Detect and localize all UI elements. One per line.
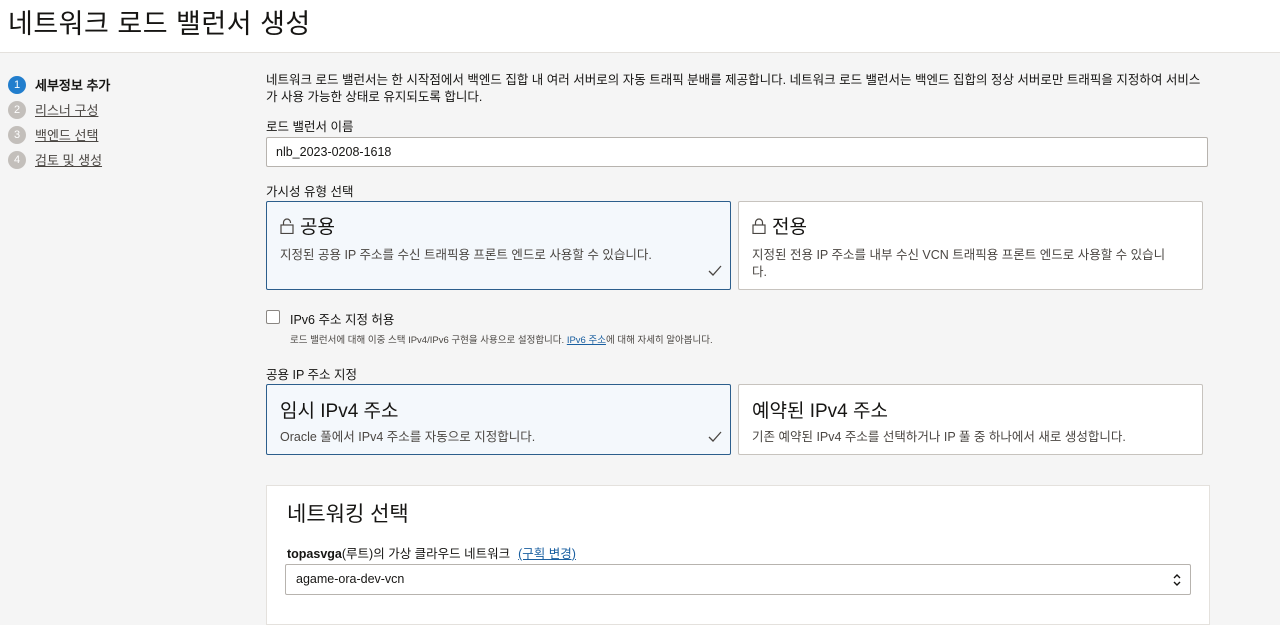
- compartment-suffix: (루트)의 가상 클라우드 네트워크: [341, 547, 511, 561]
- ipv6-help-prefix: 로드 밸런서에 대해 이중 스택 IPv4/IPv6 구현을 사용으로 설정합니…: [290, 335, 567, 346]
- page-header: 네트워크 로드 밸런서 생성: [0, 0, 1280, 53]
- step-number: 1: [8, 75, 26, 94]
- vcn-select-value: agame-ora-dev-vcn: [296, 572, 405, 586]
- lock-open-icon: [280, 218, 294, 234]
- select-arrows-icon: [1173, 574, 1181, 586]
- ipv6-label: IPv6 주소 지정 허용: [290, 313, 395, 327]
- ipv6-learn-more-link[interactable]: IPv6 주소: [567, 335, 606, 346]
- step-choose-backends[interactable]: 3 백엔드 선택: [8, 122, 248, 147]
- compartment-name: topasvga: [287, 547, 342, 561]
- option-title: 공용: [280, 212, 335, 239]
- visibility-option-public[interactable]: 공용 지정된 공용 IP 주소를 수신 트래픽용 프론트 엔드로 사용할 수 있…: [266, 201, 731, 290]
- ip-option-reserved[interactable]: 예약된 IPv4 주소 기존 예약된 IPv4 주소를 선택하거나 IP 풀 중…: [738, 384, 1203, 455]
- vcn-select[interactable]: agame-ora-dev-vcn: [285, 564, 1191, 595]
- visibility-label: 가시성 유형 선택: [266, 185, 354, 199]
- step-configure-listener[interactable]: 2 리스너 구성: [8, 97, 248, 122]
- page-title: 네트워크 로드 밸런서 생성: [8, 9, 311, 39]
- checkmark-icon: [708, 265, 722, 276]
- ip-option-ephemeral[interactable]: 임시 IPv4 주소 Oracle 풀에서 IPv4 주소를 자동으로 지정합니…: [266, 384, 731, 455]
- public-ip-label: 공용 IP 주소 지정: [266, 368, 358, 382]
- option-description: Oracle 풀에서 IPv4 주소를 자동으로 지정합니다.: [280, 430, 536, 444]
- step-label: 세부정보 추가: [35, 78, 111, 93]
- option-title-text: 공용: [300, 217, 335, 238]
- vcn-label: topasvga(루트)의 가상 클라우드 네트워크 (구획 변경): [287, 543, 576, 562]
- step-label: 백엔드 선택: [35, 128, 99, 143]
- checkmark-icon: [708, 431, 722, 442]
- wizard-steps: 1 세부정보 추가 2 리스너 구성 3 백엔드 선택 4 검토 및 생성: [8, 72, 248, 172]
- networking-title: 네트워킹 선택: [287, 503, 409, 526]
- ipv6-help-text: 로드 밸런서에 대해 이중 스택 IPv4/IPv6 구현을 사용으로 설정합니…: [290, 332, 713, 346]
- step-number: 2: [8, 100, 26, 119]
- option-description: 지정된 공용 IP 주소를 수신 트래픽용 프론트 엔드로 사용할 수 있습니다…: [280, 248, 652, 262]
- option-title: 예약된 IPv4 주소: [752, 401, 888, 422]
- option-description: 기존 예약된 IPv4 주소를 선택하거나 IP 풀 중 하나에서 새로 생성합…: [752, 430, 1126, 444]
- load-balancer-name-input[interactable]: [266, 137, 1208, 167]
- option-title: 전용: [752, 212, 807, 239]
- step-number: 3: [8, 125, 26, 144]
- option-title: 임시 IPv4 주소: [280, 401, 399, 422]
- step-number: 4: [8, 150, 26, 169]
- networking-panel: 네트워킹 선택 topasvga(루트)의 가상 클라우드 네트워크 (구획 변경…: [266, 485, 1210, 625]
- lock-icon: [752, 218, 766, 234]
- change-compartment-link[interactable]: (구획 변경): [518, 547, 576, 561]
- option-title-text: 전용: [772, 217, 807, 238]
- ipv6-help-suffix: 에 대해 자세히 알아봅니다.: [605, 335, 713, 346]
- intro-text: 네트워크 로드 밸런서는 한 시작점에서 백엔드 집합 내 여러 서버로의 자동…: [266, 73, 1201, 104]
- step-review-create[interactable]: 4 검토 및 생성: [8, 147, 248, 172]
- name-field-label: 로드 밸런서 이름: [266, 120, 354, 134]
- step-add-details[interactable]: 1 세부정보 추가: [8, 72, 248, 97]
- step-label: 리스너 구성: [35, 103, 99, 118]
- option-description: 지정된 전용 IP 주소를 내부 수신 VCN 트래픽용 프론트 엔드로 사용할…: [752, 248, 1166, 279]
- step-label: 검토 및 생성: [35, 153, 103, 168]
- ipv6-checkbox[interactable]: [266, 310, 280, 324]
- visibility-option-private[interactable]: 전용 지정된 전용 IP 주소를 내부 수신 VCN 트래픽용 프론트 엔드로 …: [738, 201, 1203, 290]
